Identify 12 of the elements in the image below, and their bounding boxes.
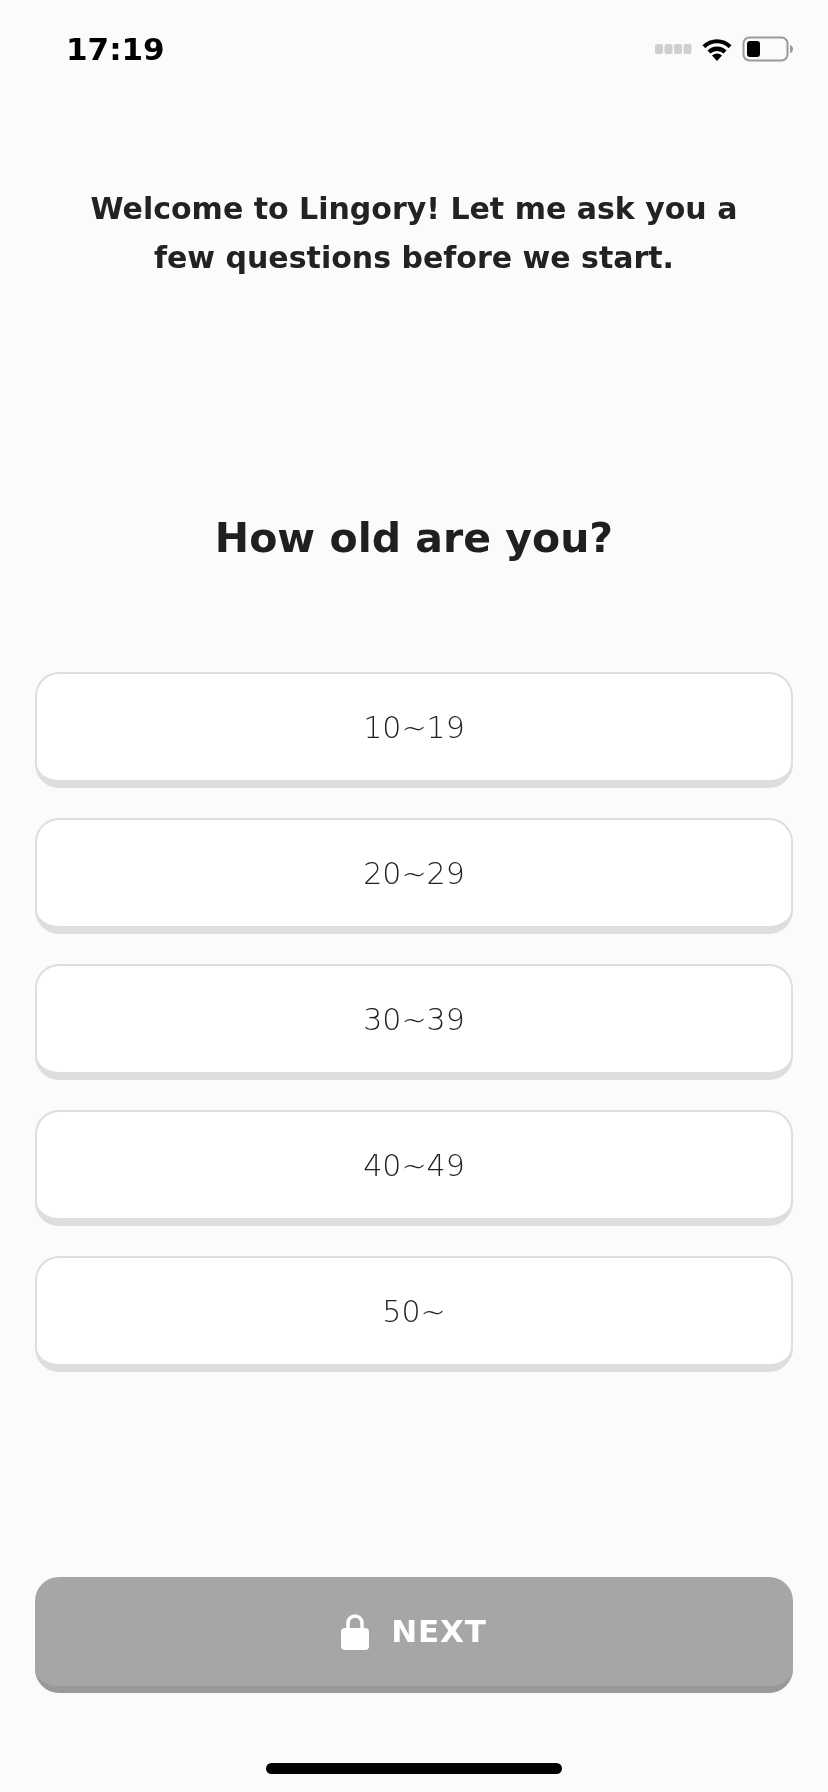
age-option-button[interactable]: 10~19 xyxy=(35,672,793,788)
cellular-signal-icon xyxy=(655,44,692,54)
age-option-button[interactable]: 30~39 xyxy=(35,964,793,1080)
lock-icon xyxy=(341,1613,370,1650)
age-option-button[interactable]: 20~29 xyxy=(35,818,793,934)
question-heading: How old are you? xyxy=(214,514,614,562)
status-time: 17:19 xyxy=(66,33,165,65)
welcome-message: Welcome to Lingory! Let me ask you a few questions before we start. xyxy=(89,190,739,277)
battery-icon xyxy=(742,36,794,62)
wifi-icon xyxy=(701,37,733,61)
age-option-button[interactable]: 40~49 xyxy=(35,1110,793,1226)
age-option-button[interactable]: 50~ xyxy=(35,1256,793,1372)
